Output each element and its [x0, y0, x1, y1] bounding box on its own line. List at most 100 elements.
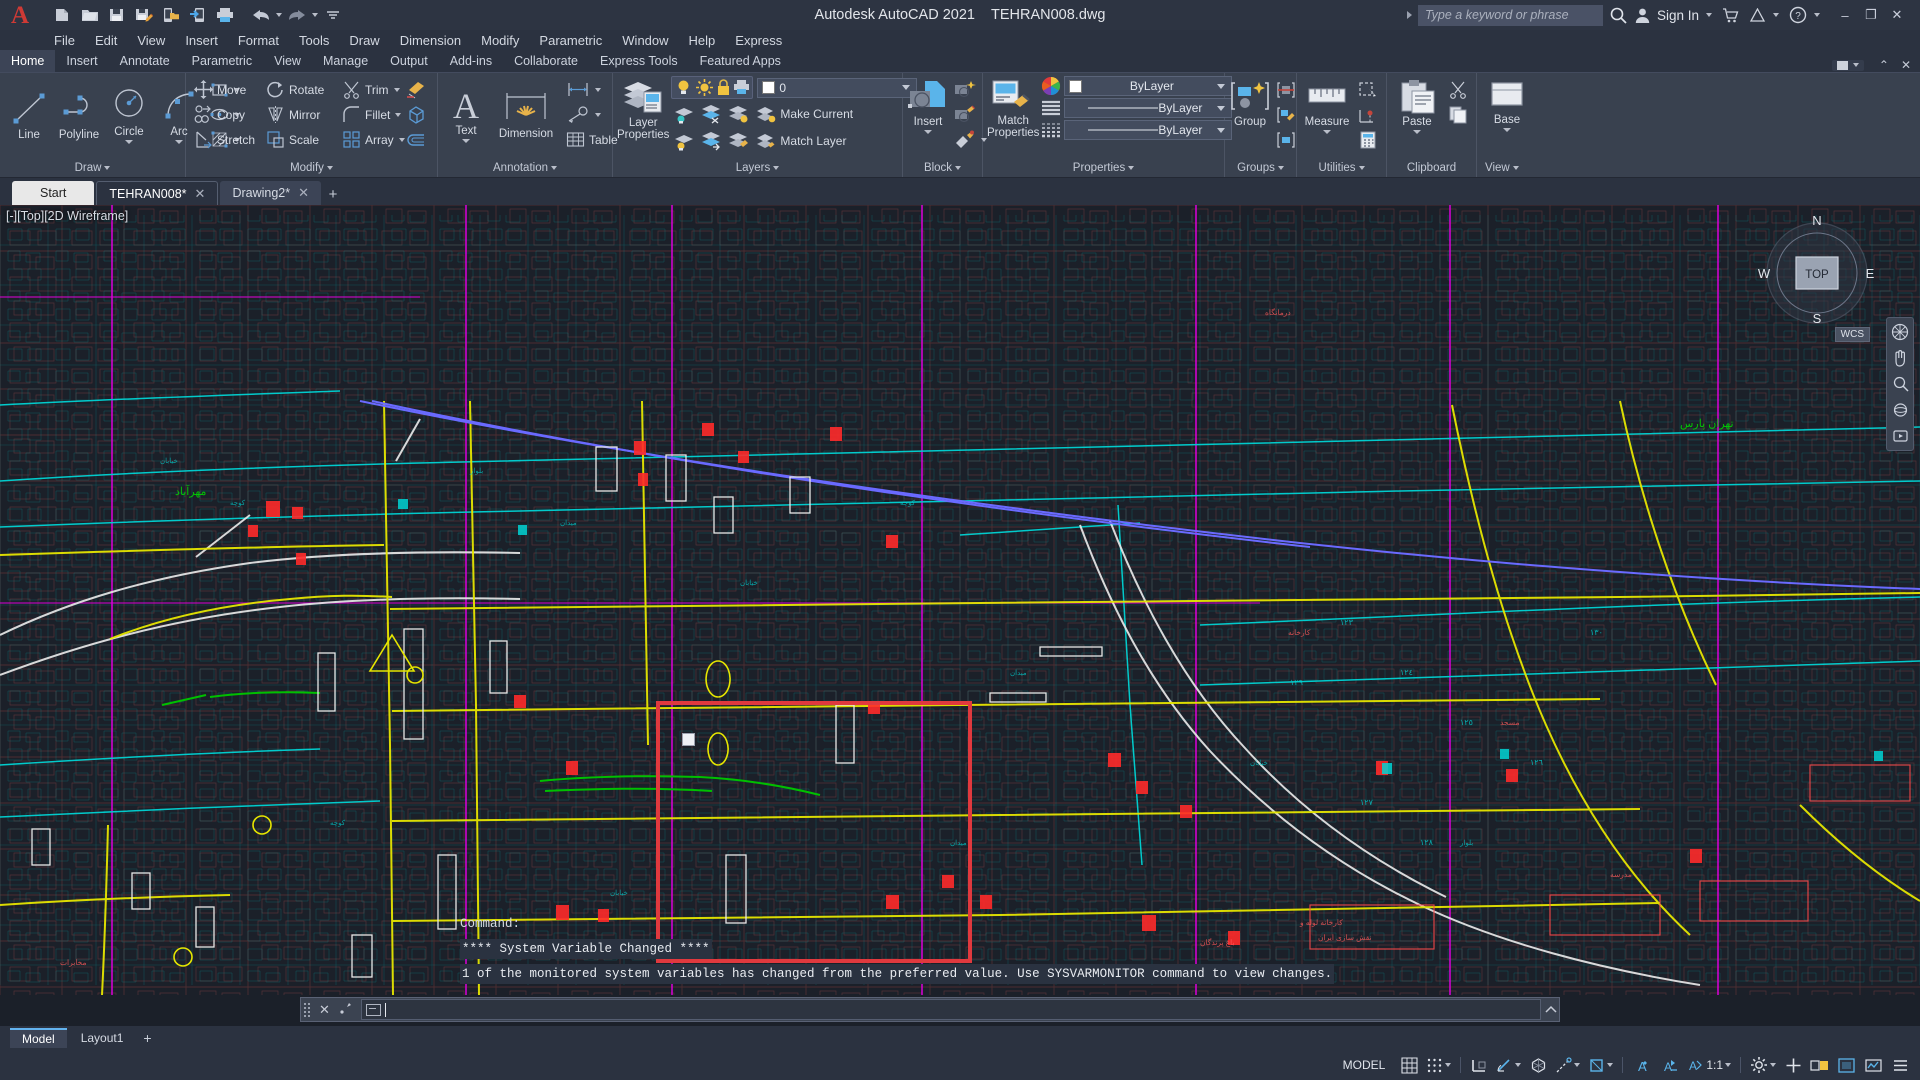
- layers-panel-caret-icon[interactable]: [773, 166, 780, 170]
- layout-tab-layout1[interactable]: Layout1: [69, 1029, 136, 1047]
- doc-tab-start[interactable]: Start: [12, 181, 95, 205]
- quick-calc-button[interactable]: [1354, 127, 1382, 152]
- ribbon-minimize-button[interactable]: ⌃: [1874, 58, 1894, 72]
- close-button[interactable]: ✕: [1884, 2, 1910, 28]
- redo-arrow-icon[interactable]: [284, 3, 309, 27]
- match-properties-button[interactable]: Match Properties: [987, 76, 1039, 141]
- view-panel-caret-icon[interactable]: [1512, 166, 1519, 170]
- copy-clip-button[interactable]: [1444, 102, 1472, 127]
- annotation-visibility-icon[interactable]: A: [1629, 1053, 1654, 1077]
- model-space-button[interactable]: MODEL: [1333, 1054, 1396, 1076]
- text-button[interactable]: A Text: [442, 84, 490, 145]
- zoom-extents-icon[interactable]: [1889, 373, 1911, 395]
- plus-cross-icon[interactable]: [1781, 1053, 1805, 1077]
- search-icon[interactable]: [1609, 6, 1628, 25]
- ribbon-tab-annotate[interactable]: Annotate: [109, 50, 181, 72]
- menu-insert[interactable]: Insert: [175, 30, 228, 51]
- lightbulb-on-icon[interactable]: [674, 78, 693, 97]
- ribbon-tab-featured-apps[interactable]: Featured Apps: [689, 50, 792, 72]
- gear-icon[interactable]: [1747, 1053, 1779, 1077]
- workspace-caret-icon[interactable]: [1852, 63, 1859, 67]
- modify-panel-caret-icon[interactable]: [326, 166, 333, 170]
- save-as-icon[interactable]: [131, 3, 156, 27]
- autoscale-icon[interactable]: A: [1656, 1053, 1681, 1077]
- osnap-tracking-icon[interactable]: [1552, 1053, 1583, 1077]
- polyline-button[interactable]: Polyline: [54, 86, 104, 143]
- draw-panel-caret-icon[interactable]: [104, 166, 111, 170]
- insert-dropdown-icon[interactable]: [924, 130, 932, 134]
- measure-dropdown-icon[interactable]: [1323, 130, 1331, 134]
- osnap-dropdown-icon[interactable]: [1607, 1063, 1614, 1067]
- menu-express[interactable]: Express: [725, 30, 792, 51]
- doc-tab-tehran008[interactable]: TEHRAN008* ✕: [96, 181, 219, 205]
- paste-button[interactable]: Paste: [1391, 77, 1443, 136]
- measure-button[interactable]: Measure: [1301, 77, 1353, 136]
- polar-dropdown-icon[interactable]: [1515, 1063, 1522, 1067]
- linetype-dropdown[interactable]: ByLayer: [1064, 98, 1233, 118]
- linear-dimension-dropdown-icon[interactable]: [595, 87, 601, 92]
- graphics-perf-icon[interactable]: [1861, 1053, 1886, 1077]
- match-layer-button[interactable]: Match Layer: [752, 128, 850, 153]
- trim-dropdown-icon[interactable]: [393, 87, 400, 92]
- save-web-mobile-icon[interactable]: [185, 3, 210, 27]
- block-panel-caret-icon[interactable]: [955, 166, 962, 170]
- command-close-icon[interactable]: ✕: [315, 1002, 334, 1018]
- command-settings-icon[interactable]: [334, 1000, 359, 1020]
- color-dropdown[interactable]: ByLayer: [1064, 76, 1233, 96]
- copy-button[interactable]: Copy: [190, 102, 262, 127]
- layout-tab-model[interactable]: Model: [10, 1028, 67, 1048]
- base-view-button[interactable]: Base: [1481, 77, 1533, 134]
- new-document-tab-button[interactable]: +: [321, 183, 345, 205]
- ribbon-tab-home[interactable]: Home: [0, 50, 56, 72]
- ungroup-button[interactable]: [1272, 77, 1300, 102]
- lock-icon[interactable]: [716, 78, 731, 97]
- menu-edit[interactable]: Edit: [85, 30, 127, 51]
- circle-button[interactable]: Circle: [104, 83, 154, 146]
- ribbon-tab-express-tools[interactable]: Express Tools: [589, 50, 689, 72]
- arc-dropdown-icon[interactable]: [175, 140, 183, 144]
- menu-tools[interactable]: Tools: [289, 30, 339, 51]
- search-expand-icon[interactable]: [1406, 11, 1412, 19]
- group-selection-button[interactable]: [1272, 127, 1300, 152]
- workspace-dropdown-icon[interactable]: [1770, 1063, 1776, 1067]
- stretch-button[interactable]: Stretch: [190, 127, 262, 152]
- undo-dropdown-icon[interactable]: [276, 13, 282, 17]
- ribbon-tab-addins[interactable]: Add-ins: [439, 50, 503, 72]
- open-folder-icon[interactable]: [77, 3, 102, 27]
- osnap-icon[interactable]: [1585, 1053, 1616, 1077]
- line-button[interactable]: Line: [4, 86, 54, 143]
- command-drag-handle[interactable]: [301, 1002, 315, 1017]
- scale-button[interactable]: Scale: [262, 127, 338, 152]
- lineweight-icon[interactable]: [1041, 120, 1061, 140]
- make-current-layer-icon[interactable]: [725, 102, 751, 126]
- snap-dots-icon[interactable]: [1423, 1053, 1454, 1077]
- new-document-icon[interactable]: [50, 3, 75, 27]
- view-cube[interactable]: N S E W TOP: [1758, 215, 1876, 327]
- osnap-tracking-dropdown-icon[interactable]: [1574, 1063, 1581, 1067]
- doc-tab-drawing2[interactable]: Drawing2* ✕: [220, 181, 322, 205]
- linetype-icon[interactable]: [1041, 98, 1061, 118]
- command-input-field[interactable]: [360, 999, 1541, 1020]
- viewport-label[interactable]: [-][Top][2D Wireframe]: [6, 209, 128, 223]
- ribbon-tab-output[interactable]: Output: [379, 50, 439, 72]
- showmotion-icon[interactable]: [1889, 425, 1911, 447]
- annotation-scale-dropdown-icon[interactable]: [1725, 1063, 1731, 1067]
- ribbon-tab-collaborate[interactable]: Collaborate: [503, 50, 589, 72]
- circle-dropdown-icon[interactable]: [125, 140, 133, 144]
- menu-dimension[interactable]: Dimension: [390, 30, 471, 51]
- text-dropdown-icon[interactable]: [462, 139, 470, 143]
- isodraft-icon[interactable]: [1526, 1053, 1550, 1077]
- undo-arrow-icon[interactable]: [248, 3, 273, 27]
- menu-parametric[interactable]: Parametric: [529, 30, 612, 51]
- doc-tab-drawing2-close-icon[interactable]: ✕: [298, 185, 309, 201]
- groups-panel-caret-icon[interactable]: [1277, 166, 1284, 170]
- snap-dropdown-icon[interactable]: [1445, 1063, 1452, 1067]
- id-point-button[interactable]: [1354, 102, 1382, 127]
- grid-icon[interactable]: [1397, 1053, 1421, 1077]
- make-current-button[interactable]: Make Current: [752, 101, 857, 126]
- group-edit-button[interactable]: [1272, 102, 1300, 127]
- ribbon-tab-parametric[interactable]: Parametric: [181, 50, 263, 72]
- match-layer-small-icon[interactable]: [725, 129, 751, 153]
- printer-icon[interactable]: [212, 3, 237, 27]
- move-button[interactable]: Move: [190, 77, 262, 102]
